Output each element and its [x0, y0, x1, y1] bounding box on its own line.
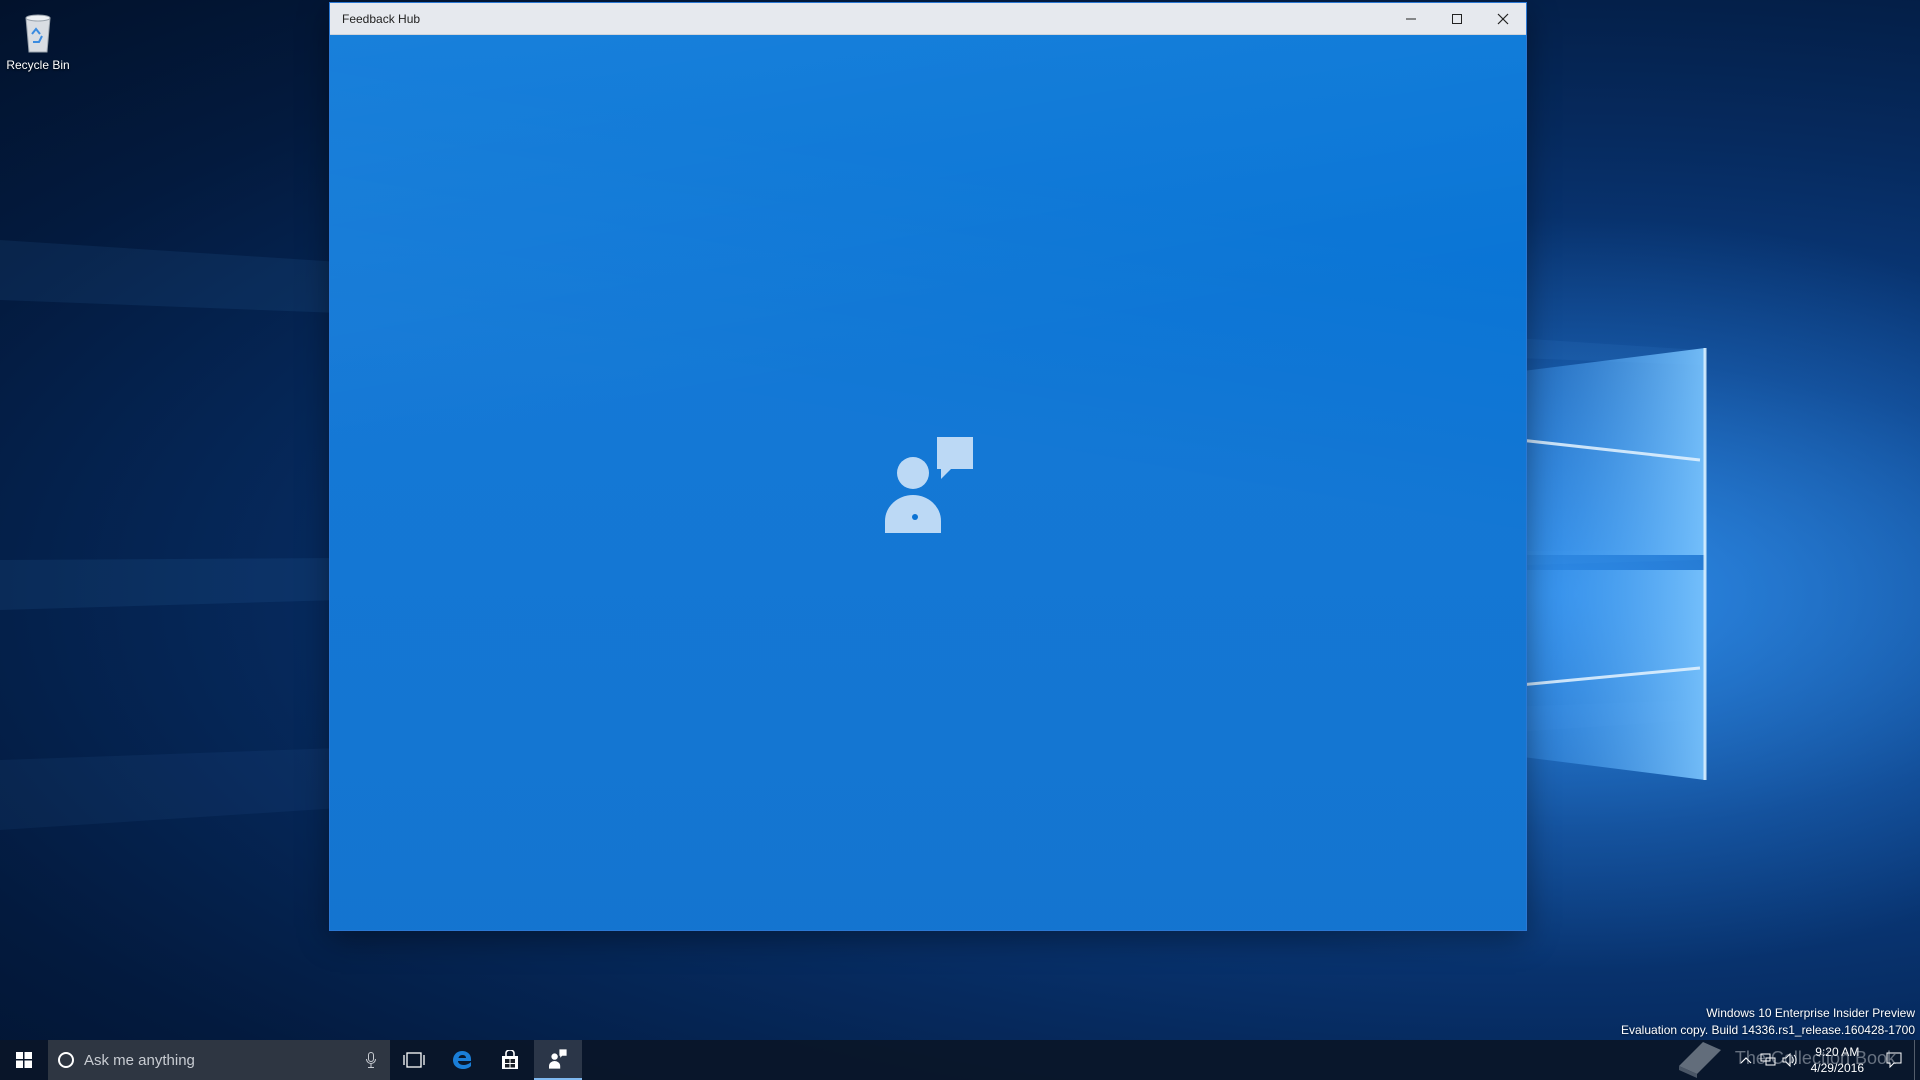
search-box[interactable]: Ask me anything — [48, 1040, 390, 1080]
watermark-build: Evaluation copy. Build 14336.rs1_release… — [1621, 1023, 1915, 1037]
show-hidden-icons-button[interactable] — [1735, 1040, 1757, 1080]
windows-logo-icon — [16, 1052, 32, 1068]
clock-date: 4/29/2016 — [1810, 1061, 1864, 1075]
microphone-icon[interactable] — [366, 1052, 376, 1068]
edge-icon — [453, 1051, 471, 1069]
feedback-hub-icon — [885, 437, 973, 533]
store-button[interactable] — [486, 1040, 534, 1080]
action-center-icon — [1886, 1052, 1902, 1068]
desktop-icon-recycle-bin[interactable]: Recycle Bin — [6, 8, 70, 72]
window-controls — [1388, 3, 1526, 34]
store-icon — [502, 1050, 518, 1069]
watermark-edition: Windows 10 Enterprise Insider Preview — [1706, 1006, 1915, 1020]
taskbar: Ask me anything 9:20 AM 4/29/2016 — [0, 1040, 1920, 1080]
title-bar[interactable]: Feedback Hub — [330, 3, 1526, 35]
show-desktop-button[interactable] — [1914, 1040, 1920, 1080]
build-watermark: Windows 10 Enterprise Insider Preview Ev… — [1621, 1005, 1915, 1039]
chevron-up-icon — [1740, 1057, 1752, 1064]
feedback-hub-taskbar-button[interactable] — [534, 1040, 582, 1080]
splash-screen — [330, 35, 1526, 930]
window-title: Feedback Hub — [342, 11, 421, 26]
maximize-button[interactable] — [1434, 3, 1480, 34]
feedback-hub-window: Feedback Hub — [330, 3, 1526, 930]
search-placeholder: Ask me anything — [84, 1051, 195, 1069]
task-view-button[interactable] — [390, 1040, 438, 1080]
volume-button[interactable] — [1779, 1040, 1801, 1080]
clock-time: 9:20 AM — [1815, 1045, 1860, 1059]
close-icon — [1497, 13, 1509, 24]
minimize-button[interactable] — [1388, 3, 1434, 34]
maximize-icon — [1452, 13, 1462, 24]
network-icon — [1760, 1053, 1776, 1066]
cortana-icon — [58, 1052, 74, 1068]
feedback-hub-icon — [549, 1049, 567, 1069]
action-center-button[interactable] — [1874, 1040, 1914, 1080]
clock[interactable]: 9:20 AM 4/29/2016 — [1801, 1044, 1874, 1076]
recycle-bin-icon — [25, 14, 51, 53]
task-view-icon — [403, 1052, 425, 1068]
start-button[interactable] — [0, 1040, 48, 1080]
network-button[interactable] — [1757, 1040, 1779, 1080]
close-button[interactable] — [1480, 3, 1526, 34]
minimize-icon — [1406, 18, 1416, 19]
edge-button[interactable] — [438, 1040, 486, 1080]
system-tray: 9:20 AM 4/29/2016 — [1735, 1040, 1920, 1080]
desktop-icon-label: Recycle Bin — [6, 58, 70, 72]
volume-icon — [1782, 1053, 1797, 1067]
